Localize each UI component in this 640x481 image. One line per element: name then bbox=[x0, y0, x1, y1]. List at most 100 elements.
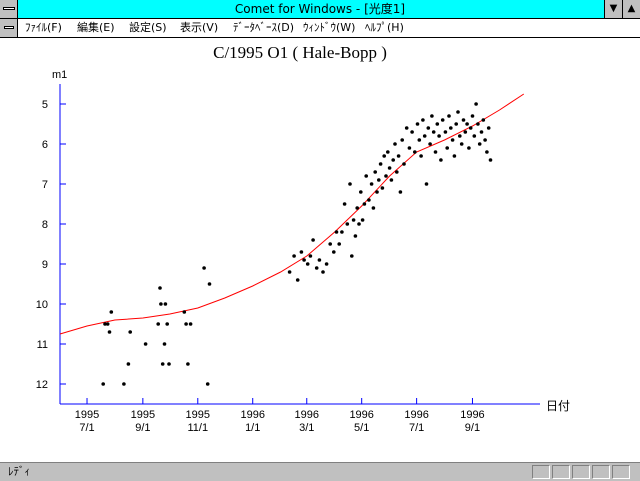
data-point bbox=[182, 310, 187, 314]
data-point bbox=[426, 126, 431, 130]
window-title: Comet for Windows - [光度1] bbox=[234, 2, 406, 16]
data-point bbox=[417, 138, 422, 142]
data-point bbox=[410, 130, 414, 134]
data-point bbox=[367, 198, 371, 202]
x-tick-label-date: 7/1 bbox=[79, 422, 94, 434]
data-point bbox=[450, 138, 455, 142]
x-tick-label-date: 11/1 bbox=[187, 422, 208, 434]
menu-edit[interactable]: 編集(E) bbox=[77, 21, 115, 35]
data-point bbox=[184, 322, 188, 326]
data-point bbox=[449, 126, 453, 130]
menu-settings[interactable]: 設定(S) bbox=[129, 21, 167, 35]
status-text: ﾚﾃﾞｨ bbox=[8, 465, 30, 478]
data-point bbox=[107, 330, 112, 334]
data-point bbox=[413, 150, 417, 154]
data-point bbox=[342, 202, 347, 206]
data-point bbox=[380, 186, 385, 190]
data-point bbox=[287, 270, 292, 274]
data-point bbox=[369, 182, 374, 186]
data-point bbox=[440, 118, 445, 122]
x-tick-label-date: 9/1 bbox=[465, 422, 480, 434]
data-point bbox=[373, 170, 378, 174]
y-tick-label: 6 bbox=[42, 139, 48, 151]
data-point bbox=[202, 266, 206, 270]
data-point bbox=[488, 158, 493, 162]
data-point bbox=[445, 146, 450, 150]
data-point bbox=[321, 270, 325, 274]
y-tick-label: 9 bbox=[42, 259, 48, 271]
x-tick-label-date: 5/1 bbox=[354, 422, 369, 434]
menu-help[interactable]: ﾍﾙﾌﾟ(H) bbox=[365, 21, 404, 35]
data-point bbox=[299, 250, 304, 254]
fit-curve bbox=[59, 93, 525, 335]
data-point bbox=[128, 330, 132, 334]
data-point bbox=[378, 162, 383, 166]
data-point bbox=[476, 122, 480, 126]
data-point bbox=[317, 258, 322, 262]
data-point bbox=[105, 322, 110, 326]
menu-file[interactable]: ﾌｧｲﾙ(F) bbox=[25, 21, 62, 35]
x-tick-label-year: 1996 bbox=[404, 409, 428, 421]
y-tick-label: 11 bbox=[37, 339, 48, 351]
x-tick-label-year: 1996 bbox=[349, 409, 373, 421]
x-tick-label-year: 1995 bbox=[75, 409, 99, 421]
maximize-button[interactable]: ▲ bbox=[622, 0, 640, 18]
data-point bbox=[456, 110, 460, 114]
data-point bbox=[377, 178, 381, 182]
status-panel-4 bbox=[592, 465, 610, 479]
data-point bbox=[360, 218, 365, 222]
data-point bbox=[443, 130, 448, 134]
data-point bbox=[122, 382, 126, 386]
status-panel-3 bbox=[572, 465, 590, 479]
menu-bar: ﾌｧｲﾙ(F) 編集(E) 設定(S) 表示(V) ﾃﾞｰﾀﾍﾞｰｽ(D) ｳｨ… bbox=[0, 19, 640, 38]
data-point bbox=[479, 130, 484, 134]
data-point bbox=[165, 322, 169, 326]
x-tick-label-year: 1996 bbox=[295, 409, 319, 421]
data-point bbox=[126, 362, 131, 366]
data-point bbox=[452, 154, 457, 158]
y-axis-label: m1 bbox=[52, 69, 67, 81]
x-tick-label-year: 1996 bbox=[460, 409, 484, 421]
data-point bbox=[384, 174, 388, 178]
data-point bbox=[109, 310, 114, 314]
data-point bbox=[386, 150, 390, 154]
data-point bbox=[292, 254, 296, 258]
menu-window[interactable]: ｳｨﾝﾄﾞｳ(W) bbox=[303, 21, 355, 35]
data-point bbox=[459, 142, 464, 146]
data-point bbox=[357, 222, 361, 226]
menu-database[interactable]: ﾃﾞｰﾀﾍﾞｰｽ(D) bbox=[233, 21, 294, 35]
data-point bbox=[419, 154, 423, 158]
data-point bbox=[353, 234, 358, 238]
data-point bbox=[387, 166, 392, 170]
minimize-button[interactable]: ▼ bbox=[604, 0, 622, 18]
y-tick-label: 10 bbox=[36, 299, 48, 311]
data-point bbox=[295, 278, 300, 282]
x-tick-label-year: 1995 bbox=[131, 409, 155, 421]
data-point bbox=[186, 362, 190, 366]
data-point bbox=[400, 138, 405, 142]
data-point bbox=[159, 302, 163, 306]
title-bar[interactable]: Comet for Windows - [光度1] ▼ ▲ bbox=[0, 0, 640, 19]
data-point bbox=[311, 238, 315, 242]
x-tick-label-date: 7/1 bbox=[409, 422, 424, 434]
data-point bbox=[465, 122, 469, 126]
document-system-menu-icon bbox=[4, 26, 14, 29]
data-point bbox=[463, 130, 468, 134]
data-point bbox=[158, 286, 162, 290]
y-tick-label: 12 bbox=[36, 379, 48, 391]
chart-area: C/1995 O1 ( Hale-Bopp ) m1 日付 5 6 7 8 9 10 11 1… bbox=[0, 38, 640, 462]
data-point bbox=[389, 178, 394, 182]
x-tick-label-date: 3/1 bbox=[299, 422, 314, 434]
data-point bbox=[355, 206, 360, 210]
x-tick-label-year: 1995 bbox=[186, 409, 210, 421]
document-system-menu-button[interactable] bbox=[0, 19, 18, 37]
data-point bbox=[467, 146, 471, 150]
data-point bbox=[391, 158, 396, 162]
data-point bbox=[483, 138, 487, 142]
data-point bbox=[167, 362, 171, 366]
menu-view[interactable]: 表示(V) bbox=[180, 21, 218, 35]
data-point bbox=[470, 114, 475, 118]
data-point bbox=[351, 218, 356, 222]
data-point bbox=[430, 114, 434, 118]
data-point bbox=[348, 182, 352, 186]
